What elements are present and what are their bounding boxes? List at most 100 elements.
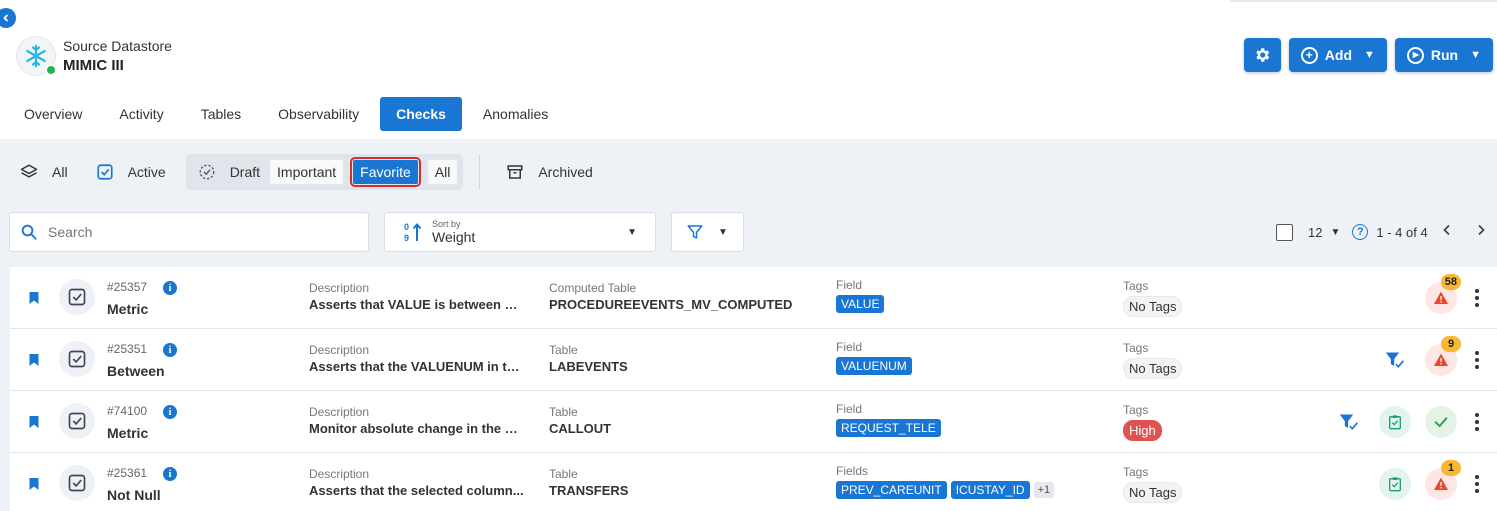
checkbox-checked-icon: [68, 474, 86, 492]
per-page-value[interactable]: 12: [1308, 225, 1322, 240]
check-type-icon: [59, 279, 95, 315]
check-description: Description Asserts that VALUE is betwee…: [309, 281, 524, 312]
filter-draft-all[interactable]: All: [427, 160, 458, 184]
search-input[interactable]: [48, 224, 348, 240]
tags-label: Tags: [1123, 465, 1149, 479]
bookmark-icon[interactable]: [28, 353, 40, 367]
svg-text:9: 9: [404, 233, 409, 243]
check-table: Table TRANSFERS: [549, 467, 809, 498]
check-row[interactable]: #74100 i Metric Description Monitor abso…: [10, 391, 1497, 453]
check-row[interactable]: #25361 i Not Null Description Asserts th…: [10, 453, 1497, 511]
table-value: PROCEDUREEVENTS_MV_COMPUTED: [549, 297, 793, 312]
info-icon[interactable]: i: [163, 467, 177, 481]
anomalies-button[interactable]: 58: [1425, 274, 1461, 314]
filter-check-button[interactable]: [1379, 344, 1411, 376]
sort-select[interactable]: 0 9 Sort by Weight ▼: [384, 212, 656, 252]
filter-icon: [687, 225, 703, 239]
collapse-sidebar-button[interactable]: [0, 8, 16, 28]
clipboard-check-button[interactable]: [1379, 468, 1411, 500]
prev-page-button[interactable]: [1442, 223, 1452, 241]
filter-button[interactable]: ▼: [671, 212, 744, 252]
field-chip: REQUEST_TELE: [836, 419, 941, 437]
table-label: Table: [549, 467, 578, 481]
checkbox-checked-icon: [96, 163, 114, 181]
info-icon[interactable]: i: [163, 343, 177, 357]
passed-status-button[interactable]: [1425, 406, 1457, 438]
field-label: Fields: [836, 464, 869, 478]
filter-divider: [479, 154, 481, 190]
check-type: Metric: [107, 425, 149, 441]
add-button[interactable]: + Add ▼: [1288, 38, 1387, 72]
layers-icon: [20, 163, 38, 181]
anomalies-button[interactable]: 9: [1425, 336, 1461, 376]
snowflake-logo: [16, 36, 57, 76]
run-button[interactable]: ▶ Run ▼: [1394, 38, 1493, 72]
tab-overview[interactable]: Overview: [8, 97, 98, 131]
filter-active-label: Active: [127, 164, 166, 180]
tags-label: Tags: [1123, 279, 1149, 293]
bookmark-icon[interactable]: [28, 415, 40, 429]
description-label: Description: [309, 467, 370, 481]
info-icon[interactable]: i: [163, 405, 177, 419]
chevron-down-icon: ▼: [1364, 49, 1375, 61]
help-icon[interactable]: ?: [1352, 224, 1369, 240]
field-chip: VALUENUM: [836, 357, 912, 375]
anomalies-button[interactable]: 1: [1425, 460, 1461, 500]
filter-active[interactable]: Active: [96, 163, 166, 181]
filter-all-label: All: [52, 164, 68, 180]
more-fields-chip[interactable]: +1: [1033, 482, 1055, 498]
filter-important[interactable]: Important: [270, 160, 344, 184]
draft-dashed-check-icon: [198, 163, 216, 181]
more-options-icon[interactable]: [1471, 413, 1483, 431]
clipboard-check-icon: [1389, 477, 1401, 492]
check-fields: Fields PREV_CAREUNIT ICUSTAY_ID +1: [836, 464, 1055, 499]
run-button-label: Run: [1430, 47, 1459, 63]
check-row[interactable]: #25357 i Metric Description Asserts that…: [10, 267, 1497, 329]
row-actions: 1: [1365, 460, 1483, 500]
bookmark-icon[interactable]: [28, 291, 40, 305]
select-all-checkbox[interactable]: [1276, 223, 1293, 241]
tag-chip: No Tags: [1123, 296, 1183, 317]
settings-button[interactable]: [1243, 38, 1281, 72]
tags-label: Tags: [1123, 341, 1149, 355]
checks-list: #25357 i Metric Description Asserts that…: [10, 267, 1497, 511]
filter-check-icon: [1385, 352, 1404, 368]
check-id: #25351: [107, 342, 148, 356]
check-tags: Tags No Tags: [1123, 279, 1183, 317]
field-chip: ICUSTAY_ID: [950, 481, 1030, 499]
filter-all[interactable]: All: [20, 163, 68, 181]
check-table: Computed Table PROCEDUREEVENTS_MV_COMPUT…: [549, 281, 809, 312]
filter-favorite[interactable]: Favorite: [350, 157, 421, 187]
description-value: Monitor absolute change in the m...: [309, 421, 524, 436]
tab-checks[interactable]: Checks: [380, 97, 462, 131]
chevron-left-icon: [1442, 224, 1450, 236]
sort-value: Weight: [432, 229, 476, 245]
bookmark-icon[interactable]: [28, 477, 40, 491]
tab-anomalies[interactable]: Anomalies: [467, 97, 564, 131]
next-page-button[interactable]: [1476, 223, 1486, 241]
anomaly-count-badge: 1: [1441, 460, 1461, 476]
table-value: CALLOUT: [549, 421, 612, 436]
check-type-icon: [59, 465, 95, 501]
clipboard-check-button[interactable]: [1379, 406, 1411, 438]
filter-draft[interactable]: Draft: [226, 160, 264, 184]
tab-tables[interactable]: Tables: [185, 97, 257, 131]
filter-archived[interactable]: Archived: [506, 163, 593, 181]
row-actions: 9: [1365, 336, 1483, 376]
filter-check-button[interactable]: [1333, 406, 1365, 438]
table-value: TRANSFERS: [549, 483, 629, 498]
tab-observability[interactable]: Observability: [262, 97, 375, 131]
info-icon[interactable]: i: [163, 281, 177, 295]
draft-filter-group: Draft Important Favorite All: [185, 154, 464, 190]
check-type: Between: [107, 363, 165, 379]
more-options-icon[interactable]: [1471, 351, 1483, 369]
description-label: Description: [309, 405, 370, 419]
chevron-down-icon: ▼: [627, 227, 637, 238]
more-options-icon[interactable]: [1471, 475, 1483, 493]
check-row[interactable]: #25351 i Between Description Asserts tha…: [10, 329, 1497, 391]
filter-check-icon: [1339, 414, 1358, 430]
tab-activity[interactable]: Activity: [103, 97, 179, 131]
more-options-icon[interactable]: [1471, 289, 1483, 307]
datastore-header: Source Datastore MIMIC III: [16, 36, 172, 76]
chevron-down-icon[interactable]: ▼: [1330, 227, 1340, 238]
